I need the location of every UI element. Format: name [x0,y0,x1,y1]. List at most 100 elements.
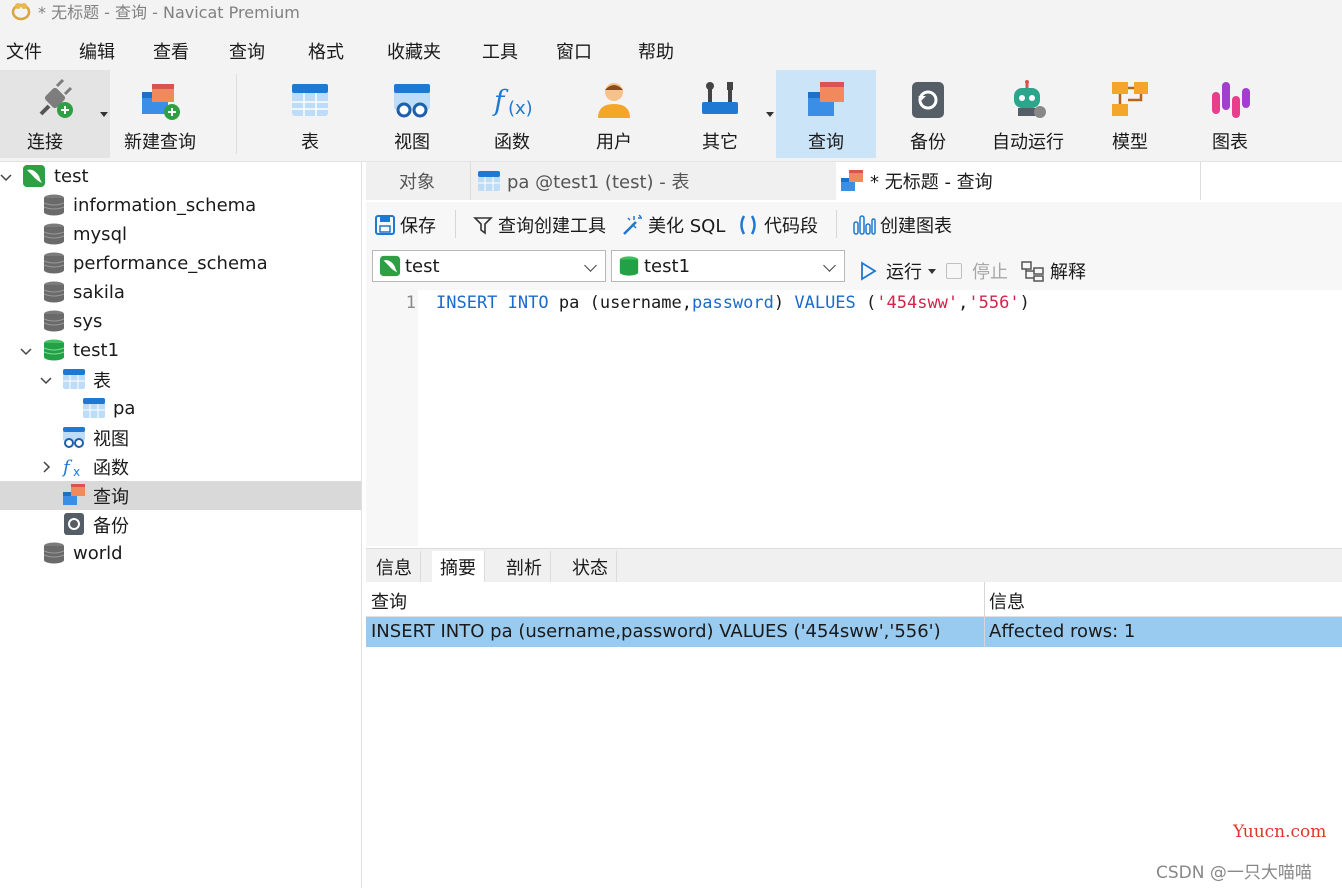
tree-db-sys[interactable]: sys [0,307,361,336]
other-dropdown-icon[interactable] [766,112,774,117]
chart-button[interactable]: 图表 [1188,70,1272,158]
tab-table-pa[interactable]: pa @test1 (test) - 表 [470,162,834,200]
explain-button[interactable]: 解释 [1020,258,1086,284]
tree-db-sakila[interactable]: sakila [0,278,361,307]
database-icon [43,281,65,303]
table-icon [63,369,85,389]
query-icon [841,170,863,191]
column-header-info[interactable]: 信息 [984,586,1334,615]
beautify-sql-button[interactable]: 美化 SQL [620,212,725,238]
menu-tools[interactable]: 工具 [482,38,518,64]
tree-connection-test[interactable]: test [0,162,361,191]
connect-button[interactable]: 连接 [0,70,110,158]
new-query-button[interactable]: 新建查询 [118,70,202,158]
connect-label: 连接 [27,132,63,153]
other-button[interactable]: 其它 [678,70,762,158]
save-button[interactable]: 保存 [374,212,436,238]
tab-label: 状态 [572,558,608,579]
connection-select[interactable]: test [372,250,606,282]
cell-info[interactable]: Affected rows: 1 [984,617,1334,646]
chart-label: 图表 [1212,132,1248,153]
sql-editor[interactable]: 1 INSERT INTO pa (username,password) VAL… [366,290,1342,546]
tab-untitled-query[interactable]: * 无标题 - 查询 [836,162,1200,200]
sql-code-line[interactable]: INSERT INTO pa (username,password) VALUE… [436,293,1030,313]
stop-button[interactable]: 停止 [946,258,1008,284]
site-watermark: Yuucn.com [1233,822,1327,842]
automation-button[interactable]: 自动运行 [986,70,1070,158]
tree-node-views[interactable]: 视图 [0,423,361,452]
view-icon [394,84,430,118]
chevron-down-icon[interactable] [20,345,32,357]
view-button[interactable]: 视图 [370,70,454,158]
chevron-down-icon[interactable] [0,171,12,183]
menu-help[interactable]: 帮助 [638,38,674,64]
model-button[interactable]: 模型 [1088,70,1172,158]
query-builder-button[interactable]: 查询创建工具 [472,212,606,238]
line-number: 1 [405,293,416,313]
query-button[interactable]: 查询 [776,70,876,158]
tab-objects[interactable]: 对象 [366,162,468,200]
query-builder-icon [473,217,493,235]
tab-summary[interactable]: 摘要 [432,551,485,583]
table-row[interactable]: INSERT INTO pa (username,password) VALUE… [366,617,1342,647]
menu-favorites[interactable]: 收藏夹 [387,38,441,64]
save-label: 保存 [400,216,436,237]
menu-view[interactable]: 查看 [153,38,189,64]
menu-file[interactable]: 文件 [6,38,42,64]
sql-keyword: VALUES [794,293,856,313]
tree-label: test1 [73,340,120,361]
cell-query[interactable]: INSERT INTO pa (username,password) VALUE… [366,617,982,646]
database-select[interactable]: test1 [611,250,845,282]
function-icon: fx [62,457,80,478]
automation-label: 自动运行 [992,132,1064,153]
tree-label: 函数 [93,457,129,479]
chevron-right-icon[interactable] [40,461,52,473]
run-dropdown-icon[interactable] [928,268,936,274]
connect-dropdown-icon[interactable] [100,112,108,117]
chart-icon [1212,82,1250,118]
menu-format[interactable]: 格式 [308,38,344,64]
tree-table-pa[interactable]: pa [0,394,361,423]
code-snippet-icon [740,215,756,235]
tab-label: 信息 [376,558,412,579]
tools-icon [702,82,738,114]
tree-node-backups[interactable]: 备份 [0,510,361,539]
user-icon [598,83,630,118]
tab-status[interactable]: 状态 [564,551,617,583]
tree-db-mysql[interactable]: mysql [0,220,361,249]
tree-node-queries[interactable]: 查询 [0,481,361,510]
tree-node-tables[interactable]: 表 [0,365,361,394]
backup-icon [912,82,944,118]
tree-db-performance-schema[interactable]: performance_schema [0,249,361,278]
view-icon [63,427,85,448]
user-button[interactable]: 用户 [572,70,656,158]
tree-label: 视图 [93,428,129,450]
menu-edit[interactable]: 编辑 [79,38,115,64]
query-builder-label: 查询创建工具 [498,216,606,237]
chevron-down-icon[interactable] [40,374,52,386]
table-button[interactable]: 表 [268,70,352,158]
result-grid-header: 查询 信息 [366,582,1342,617]
code-snippet-button[interactable]: 代码段 [736,212,818,238]
tab-profile[interactable]: 剖析 [498,551,551,583]
column-header-query[interactable]: 查询 [366,586,982,615]
toolbar-separator [236,74,237,154]
query-icon [63,484,85,505]
title-bar: * 无标题 - 查询 - Navicat Premium [0,0,1342,22]
tree-label: test [54,166,89,187]
tree-db-test1[interactable]: test1 [0,336,361,365]
run-button[interactable]: 运行 [858,258,936,284]
sql-keyword: INTO [507,293,549,313]
tree-node-functions[interactable]: fx 函数 [0,452,361,481]
tree-db-information-schema[interactable]: information_schema [0,191,361,220]
backup-button[interactable]: 备份 [886,70,970,158]
function-button[interactable]: f (x) 函数 [470,70,554,158]
tree-db-world[interactable]: world [0,539,361,568]
create-chart-button[interactable]: 创建图表 [852,212,952,238]
magic-wand-icon [623,214,642,235]
new-query-label: 新建查询 [124,132,196,153]
tab-label: pa @test1 (test) - 表 [507,172,690,193]
tab-message[interactable]: 信息 [368,551,421,583]
menu-window[interactable]: 窗口 [556,38,592,64]
menu-query[interactable]: 查询 [229,38,265,64]
